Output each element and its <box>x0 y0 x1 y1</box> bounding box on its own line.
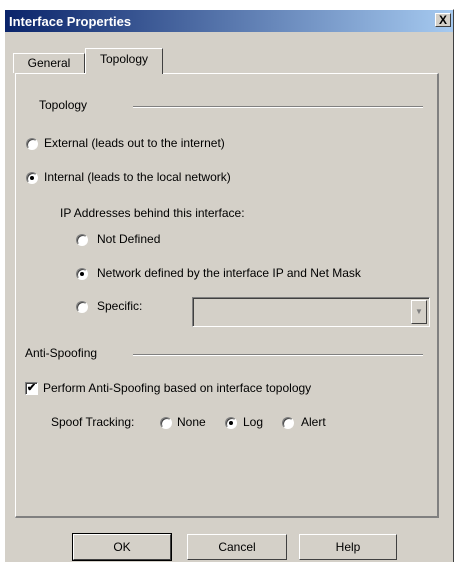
interface-properties-dialog: Interface Properties X General Topology … <box>4 9 454 562</box>
window-title: Interface Properties <box>9 14 132 29</box>
tracking-alert-label[interactable]: Alert <box>301 415 326 429</box>
specific-dropdown[interactable]: ▼ <box>192 297 430 327</box>
radio-specific[interactable] <box>76 301 88 313</box>
radio-tracking-log[interactable] <box>225 417 237 429</box>
tracking-none-label[interactable]: None <box>177 415 206 429</box>
radio-external[interactable] <box>26 138 38 150</box>
topology-separator <box>133 106 423 108</box>
tab-topology[interactable]: Topology <box>85 48 163 74</box>
spoof-tracking-label: Spoof Tracking: <box>51 415 135 429</box>
radio-not-defined[interactable] <box>76 234 88 246</box>
radio-tracking-none[interactable] <box>160 417 172 429</box>
close-button[interactable]: X <box>435 13 451 27</box>
perform-anti-spoofing-checkbox[interactable]: ✔ <box>25 382 38 395</box>
ip-behind-interface-label: IP Addresses behind this interface: <box>60 206 245 220</box>
not-defined-label[interactable]: Not Defined <box>97 232 160 246</box>
radio-tracking-alert[interactable] <box>282 417 294 429</box>
specific-label[interactable]: Specific: <box>97 299 142 313</box>
topology-section-label: Topology <box>39 98 88 112</box>
radio-network-defined[interactable] <box>76 268 88 280</box>
network-defined-label[interactable]: Network defined by the interface IP and … <box>97 266 361 280</box>
ok-button[interactable]: OK <box>72 533 172 561</box>
help-button[interactable]: Help <box>299 534 397 560</box>
cancel-button[interactable]: Cancel <box>187 534 287 560</box>
radio-internal[interactable] <box>26 172 38 184</box>
title-bar[interactable]: Interface Properties X <box>5 10 453 32</box>
chevron-down-icon[interactable]: ▼ <box>411 300 427 324</box>
internal-label[interactable]: Internal (leads to the local network) <box>44 170 231 184</box>
external-label[interactable]: External (leads out to the internet) <box>44 136 225 150</box>
perform-anti-spoofing-label[interactable]: Perform Anti-Spoofing based on interface… <box>43 381 311 395</box>
anti-spoofing-separator <box>133 354 423 356</box>
tab-general[interactable]: General <box>13 53 85 73</box>
anti-spoofing-section-label: Anti-Spoofing <box>25 346 98 360</box>
tracking-log-label[interactable]: Log <box>243 415 263 429</box>
